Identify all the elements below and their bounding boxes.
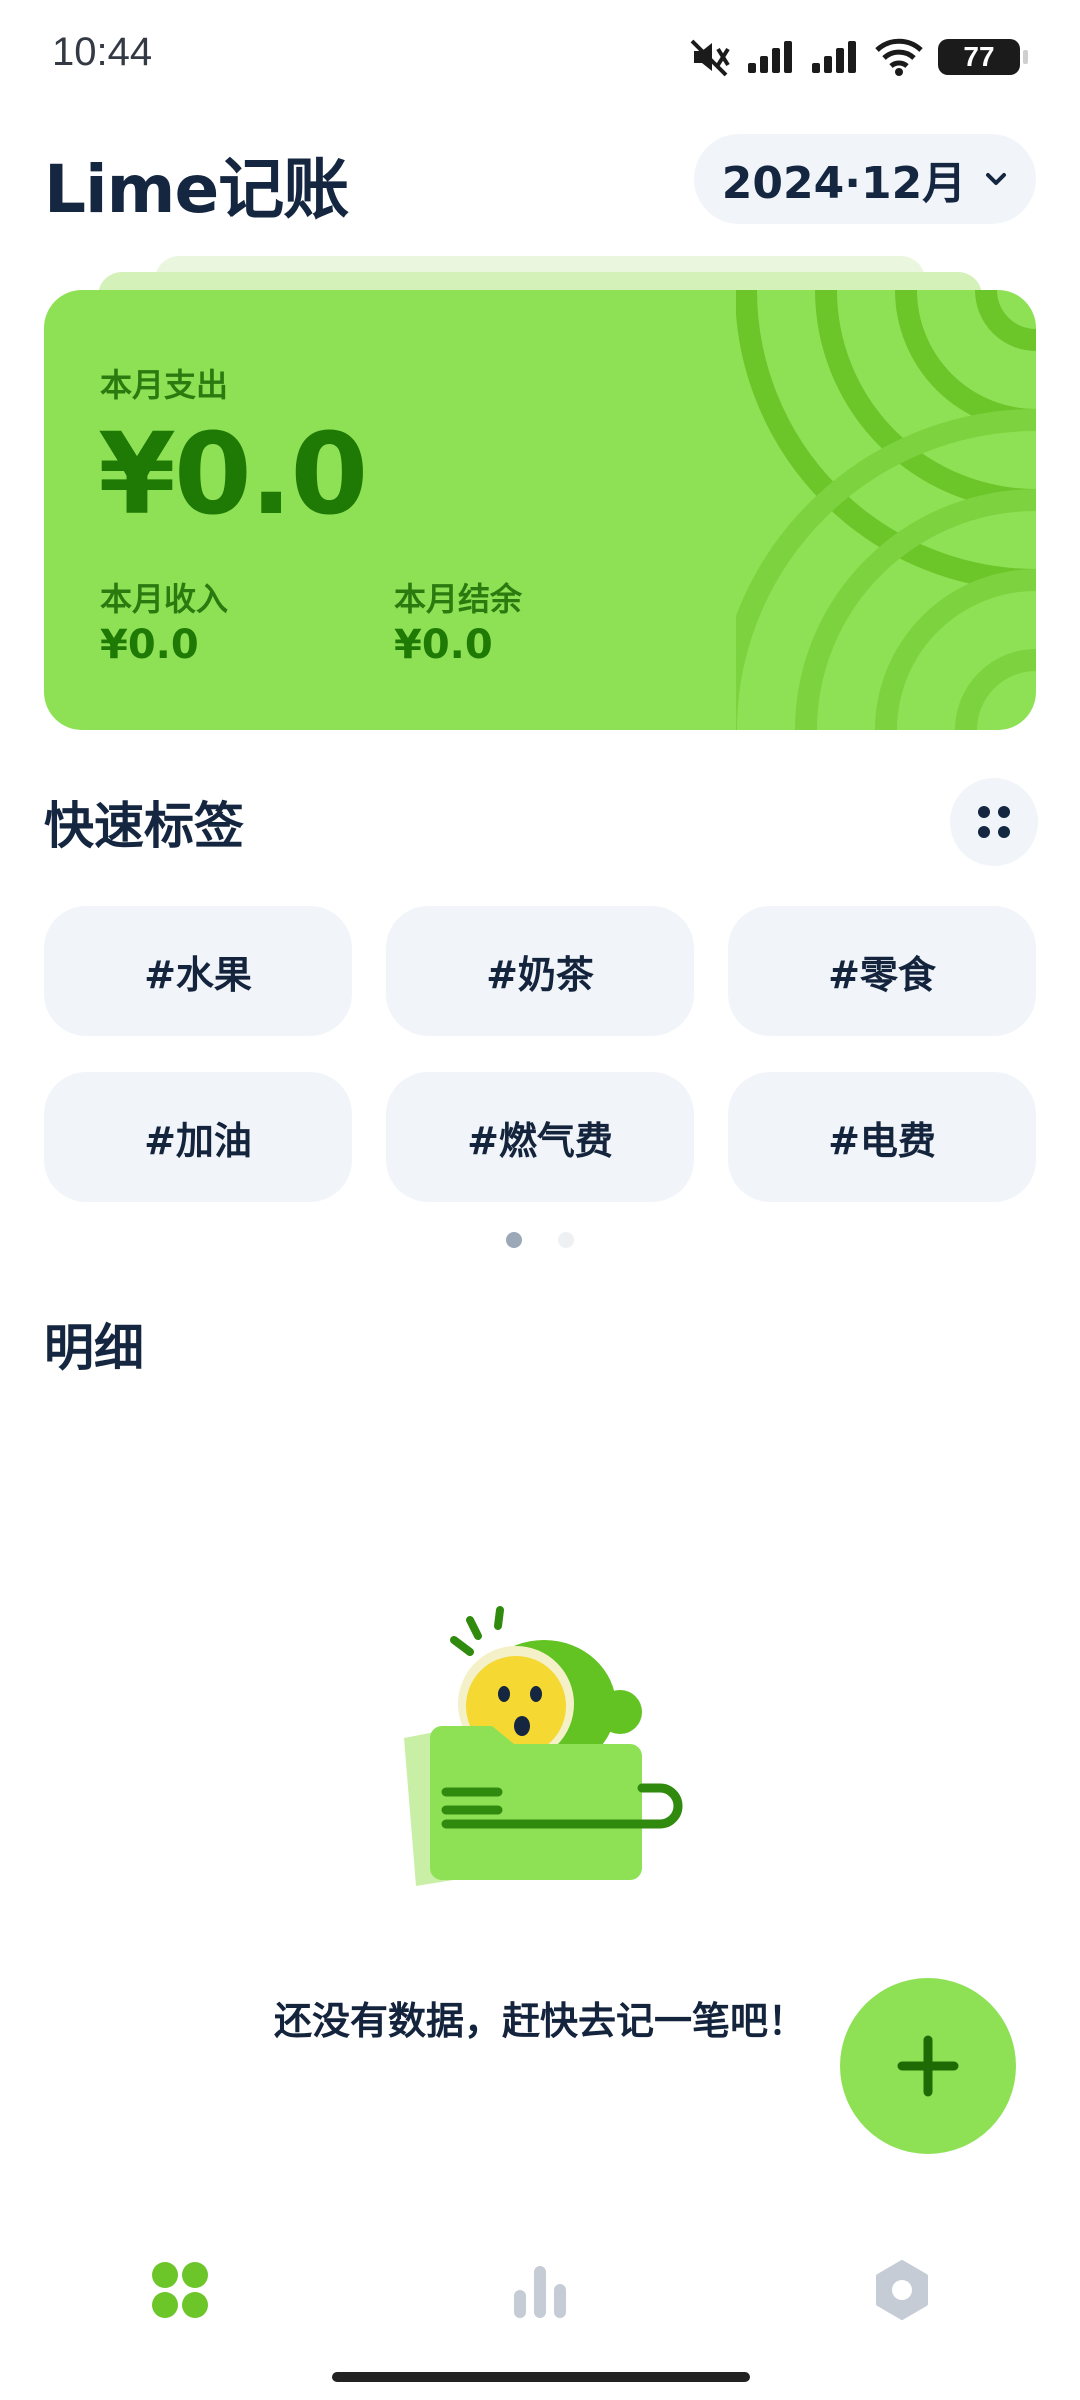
summary-card: 本月支出 ¥0.0 本月收入 ¥0.0 本月结余 ¥0.0	[44, 290, 1036, 730]
grid-dots-icon	[978, 806, 1010, 838]
tag-chip[interactable]: #零食	[728, 906, 1036, 1036]
nav-settings[interactable]	[870, 2258, 934, 2322]
add-record-button[interactable]	[840, 1978, 1016, 2154]
signal-icon	[748, 41, 792, 73]
battery-indicator: 77	[938, 39, 1028, 75]
signal-icon	[812, 41, 856, 73]
tag-chip[interactable]: #电费	[728, 1072, 1036, 1202]
balance-label: 本月结余	[394, 580, 523, 618]
page-dot[interactable]	[558, 1232, 574, 1248]
wifi-icon	[875, 38, 923, 76]
home-indicator[interactable]	[332, 2372, 750, 2382]
card-decoration	[736, 290, 1036, 730]
tag-chip[interactable]: #燃气费	[386, 1072, 694, 1202]
app-title: Lime记账	[44, 151, 349, 228]
tag-chip[interactable]: #加油	[44, 1072, 352, 1202]
balance-value: ¥0.0	[394, 622, 493, 668]
status-icons: 77	[688, 34, 1028, 80]
month-picker[interactable]: 2024·12月	[694, 134, 1036, 224]
home-icon	[152, 2262, 208, 2318]
tag-chip[interactable]: #水果	[44, 906, 352, 1036]
status-time: 10:44	[52, 30, 153, 74]
tag-chip[interactable]: #奶茶	[386, 906, 694, 1036]
tag-grid-button[interactable]	[950, 778, 1038, 866]
plus-icon	[897, 2035, 959, 2097]
mute-icon	[690, 39, 730, 77]
settings-icon	[876, 2260, 928, 2320]
income-label: 本月收入	[100, 580, 229, 618]
chevron-down-icon	[986, 173, 1007, 185]
month-label: 2024·12月	[721, 158, 967, 209]
expense-value: ¥0.0	[98, 410, 368, 540]
income-value: ¥0.0	[100, 622, 199, 668]
empty-state-illustration	[404, 1606, 683, 1886]
nav-home[interactable]	[148, 2258, 212, 2322]
quick-tags-title: 快速标签	[44, 797, 244, 855]
nav-stats[interactable]	[508, 2258, 572, 2322]
details-title: 明细	[44, 1319, 144, 1377]
expense-label: 本月支出	[100, 366, 229, 404]
stats-icon	[514, 2266, 566, 2318]
page-dot-active[interactable]	[506, 1232, 522, 1248]
